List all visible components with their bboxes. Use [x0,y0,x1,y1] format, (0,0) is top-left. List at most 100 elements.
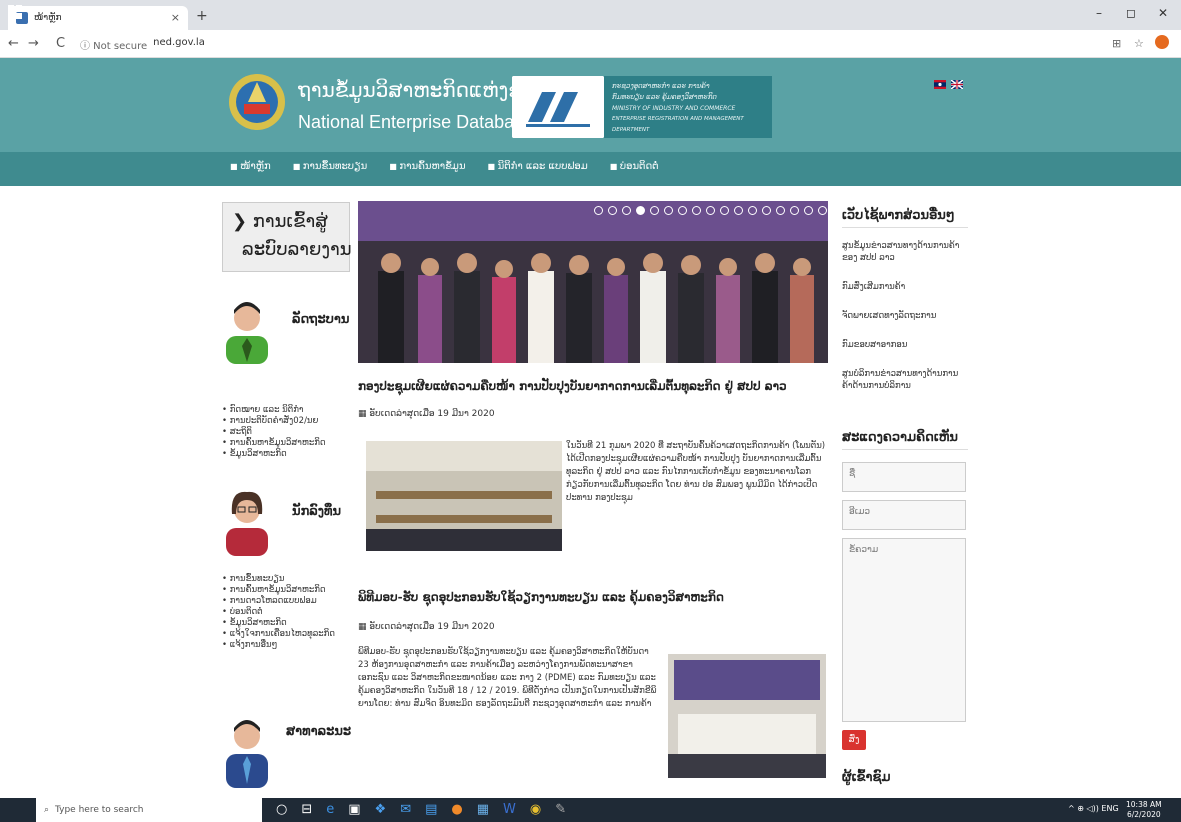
slider-pagination [594,206,827,215]
list-item[interactable]: ແຈ້ງການອື່ນໆ [222,640,335,651]
visitors-heading: ຜູ້ເຂົ້າຊົມ [842,770,891,785]
news-slider[interactable] [358,201,828,363]
taskbar-search[interactable]: ⌕ Type here to search [36,798,262,822]
slider-dot[interactable] [790,206,799,215]
list-item[interactable]: ກົດໝາຍ ແລະ ນິຕິກຳ [222,405,326,416]
reload-button[interactable]: C [56,36,65,51]
government-label[interactable]: ລັດຖະບານ [292,312,349,327]
external-link[interactable]: ສູນຂໍ້ມູນຂ່າວສານທາງດ້ານການຄ້າ ຂອງ ສປປ ລາ… [842,240,968,264]
mail-icon[interactable]: ✉ [400,802,411,817]
slider-dot[interactable] [818,206,827,215]
report-line: ລະບົບລາຍງານ [242,239,352,260]
article-excerpt: ໃນວັນທີ 21 ກຸມພາ 2020 ທີ່ ສະຖາບັນຄົ້ນຄ້ວ… [566,441,826,503]
files-icon[interactable]: ▦ [477,802,489,817]
slider-dot[interactable] [594,206,603,215]
menu-legislation[interactable]: ນິຕິກຳ ແລະ ແບບຟອມ [488,161,588,172]
report-line: ❯ ການເຂົ້າສູ່ [232,211,328,232]
site-title-en[interactable]: National Enterprise Database [298,112,533,133]
menu-search[interactable]: ການຄົ້ນຫາຂໍ້ມູນ [389,161,465,172]
slider-people-image [378,253,814,363]
comment-heading: ສະແດງຄວາມຄິດເຫັນ [842,430,968,450]
list-item[interactable]: ສະຖິຕິ [222,427,326,438]
article-title[interactable]: ກອງປະຊຸມເຜີຍແຜ່ຄວາມຄືບໜ້າ ການປັບປຸງບັນຍາ… [358,379,787,393]
external-link[interactable]: ກົມຂອບສາອາກອນ [842,339,968,351]
paint-icon[interactable]: ✎ [555,802,566,817]
menu-registration[interactable]: ການຂຶ້ນທະບຽນ [293,161,367,172]
edge-icon[interactable]: e [326,802,334,817]
list-item[interactable]: ການດາວໂຫລດແບບຟອມ [222,596,335,607]
translate-icon[interactable]: ⊞ [1112,37,1121,50]
slider-dot[interactable] [650,206,659,215]
public-label[interactable]: ສາທາລະນະ [286,724,351,739]
slider-dot[interactable] [692,206,701,215]
lao-emblem-icon [229,74,285,130]
name-field[interactable]: ຊື່ [842,462,966,492]
taskbar-clock[interactable]: 10:38 AM 6/2/2020 [1126,800,1162,820]
minimize-button[interactable]: – [1096,6,1102,20]
list-item[interactable]: ຂໍ້ມູນວິສາຫະກິດ [222,449,326,460]
menu-contact[interactable]: ບ່ອນຕິດຕໍ່ [610,161,659,172]
external-link[interactable]: ກົມສົ່ງເສີມການຄ້າ [842,281,968,293]
ministry-line: ກະຊວງອຸດສາຫະກຳ ແລະ ການຄ້າ [612,82,710,90]
slider-dot[interactable] [706,206,715,215]
slider-dot[interactable] [678,206,687,215]
slider-dot[interactable] [622,206,631,215]
cortana-icon[interactable]: ○ [276,802,287,817]
external-link[interactable]: ສູນບໍລິການຂ່າວສານທາງດ້ານການຄ້າດ້ານການບໍລ… [842,368,968,392]
article-excerpt: ພິທີມອບ-ຮັບ ຊຸດອຸປະກອນຮັບໃຊ້ວຽກງານທະບຽນ … [358,647,657,709]
word-icon[interactable]: W [503,802,516,817]
close-tab-icon[interactable]: × [171,11,180,24]
tab-title: ໜ້າຫຼັກ [34,13,62,23]
firefox-icon[interactable]: ● [451,802,462,817]
chrome-icon[interactable]: ◉ [530,802,541,817]
url-field[interactable]: ⓘ Not secure ned.gov.la [80,37,205,52]
taskbar-search-placeholder: Type here to search [55,805,144,815]
email-field[interactable]: ອີເມວ [842,500,966,530]
slider-dot[interactable] [734,206,743,215]
uk-flag-icon[interactable] [951,80,963,89]
slider-dot[interactable] [776,206,785,215]
system-tray[interactable]: ^ ⊕ ◁)) ENG [1068,804,1119,813]
new-tab-button[interactable]: + [196,8,208,24]
investor-label[interactable]: ນັກລົງທຶນ [292,504,341,519]
message-field[interactable]: ຂໍ້ຄວາມ [842,538,966,722]
forward-button[interactable]: → [28,36,39,51]
list-item[interactable]: ການຂຶ້ນທະບຽນ [222,574,335,585]
slider-dot[interactable] [664,206,673,215]
site-title-lao[interactable]: ຖານຂໍ້ມູນວິສາຫະກິດແຫ່ງຊາດ [298,78,546,102]
list-item[interactable]: ຂໍ້ມູນວິສາຫະກິດ [222,618,335,629]
clock-date: 6/2/2020 [1126,810,1161,819]
close-window-button[interactable]: ✕ [1158,6,1168,20]
profile-avatar[interactable] [1155,35,1169,49]
windows-start-icon[interactable] [8,5,22,19]
slider-dot[interactable] [608,206,617,215]
slider-dot[interactable] [762,206,771,215]
ministry-line: ENTERPRISE REGISTRATION AND MANAGEMENT D… [612,116,744,133]
store-icon[interactable]: ▣ [348,802,360,817]
browser-tab[interactable]: ໜ້າຫຼັກ × [8,6,188,30]
article-title[interactable]: ພິທີມອບ-ຮັບ ຊຸດອຸປະກອນຮັບໃຊ້ວຽກງານທະບຽນ … [358,590,724,604]
slider-dot[interactable] [720,206,729,215]
external-link[interactable]: ຈັດພາຍເສດທາງລັດຖະການ [842,310,968,322]
article-image[interactable] [366,441,562,551]
slider-dot[interactable] [748,206,757,215]
list-item[interactable]: ບ່ອນຕິດຕໍ່ [222,607,335,618]
menu-home[interactable]: ໜ້າຫຼັກ [230,161,271,172]
lao-flag-icon[interactable] [934,80,946,89]
report-login-text[interactable]: ❯ ການເຂົ້າສູ່ ລະບົບລາຍງານ [232,208,352,264]
bookmark-star-icon[interactable]: ☆ [1134,37,1144,50]
list-item[interactable]: ແຈ້ງໃຈການເຄື່ອນໄຫວທຸລະກິດ [222,629,335,640]
back-button[interactable]: ← [8,36,19,51]
slider-dot[interactable] [804,206,813,215]
maximize-button[interactable]: ◻ [1126,6,1136,20]
task-view-icon[interactable]: ⊟ [301,802,312,817]
security-indicator[interactable]: ⓘ Not secure [80,37,147,52]
slider-dot[interactable] [636,206,645,215]
send-button[interactable]: ສົ່ງ [842,730,866,750]
list-item[interactable]: ການຄົ້ນຫາຂໍ້ມູນວິສາຫະກິດ [222,585,335,596]
article-image[interactable] [668,654,826,778]
list-item[interactable]: ການປະຕິບັດຄຳສັ່ງ02/ນຍ [222,416,326,427]
photos-icon[interactable]: ▤ [425,802,437,817]
list-item[interactable]: ການຄົ້ນຫາຂໍ້ມູນວິສາຫະກິດ [222,438,326,449]
dropbox-icon[interactable]: ❖ [375,802,387,817]
